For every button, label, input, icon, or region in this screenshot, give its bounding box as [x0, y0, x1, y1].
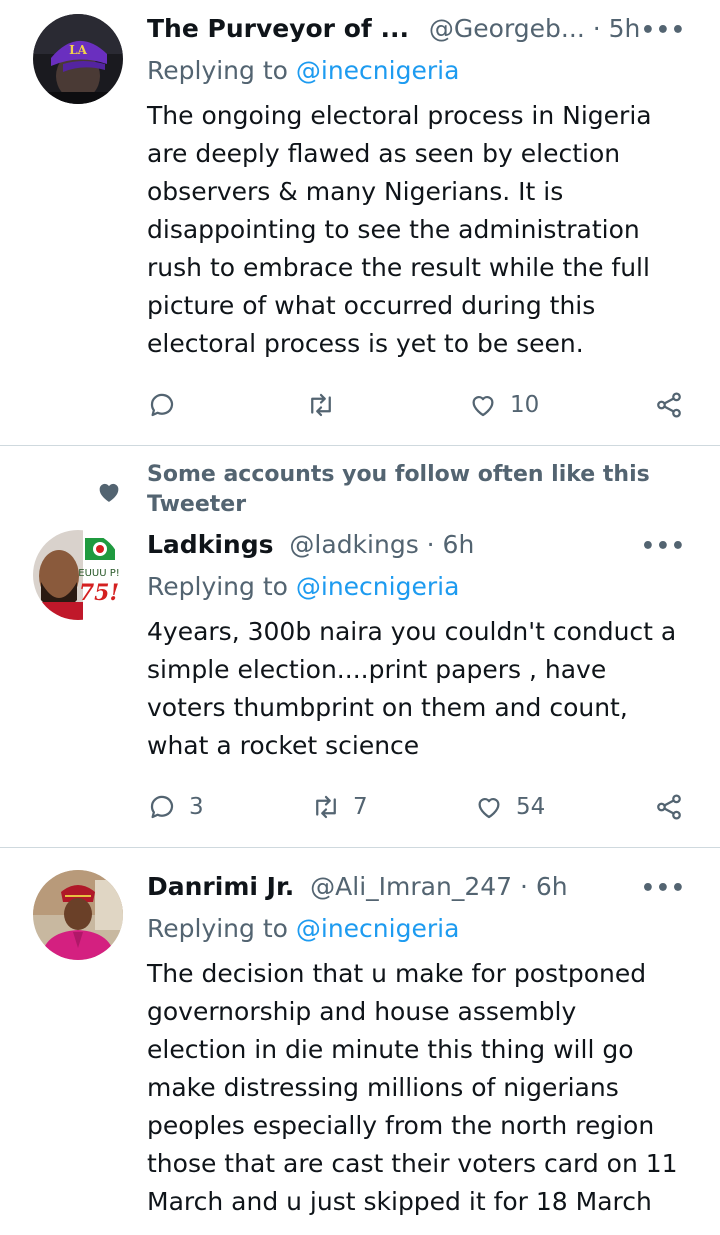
replying-to-mention[interactable]: @inecnigeria: [296, 914, 460, 943]
more-options-icon[interactable]: •••: [641, 876, 686, 901]
more-options-icon[interactable]: •••: [641, 534, 686, 559]
replying-to-prefix: Replying to: [147, 572, 296, 601]
tweet-text-line: observers & many Nigerians. It is: [147, 177, 564, 206]
display-name[interactable]: Danrimi Jr.: [147, 872, 294, 901]
tweet-text-line: governorship and house assembly: [147, 997, 577, 1026]
tweet-actions: 10: [0, 385, 720, 425]
more-options-icon[interactable]: •••: [641, 18, 686, 43]
avatar-label: EUUU P!: [78, 568, 120, 579]
retweet-icon: [311, 393, 331, 417]
tweet-text-line: election in die minute this thing will g…: [147, 1035, 634, 1064]
like-count: 10: [510, 392, 540, 418]
tweet-actions: 3 7 54: [0, 787, 720, 827]
share-button[interactable]: [654, 787, 684, 827]
display-name[interactable]: The Purveyor of ...: [147, 14, 409, 43]
tweet-header: Danrimi Jr. @Ali_Imran_247 · 6h: [147, 872, 720, 908]
tweet-3[interactable]: Danrimi Jr. @Ali_Imran_247 · 6h ••• Repl…: [0, 848, 720, 1235]
like-button[interactable]: 10: [468, 385, 539, 425]
tweet-text-line: peoples especially from the north region: [147, 1111, 655, 1140]
reply-count: 3: [189, 794, 204, 820]
tweet-text-line: voters thumbprint on them and count,: [147, 693, 628, 722]
tweet-text-line: make distressing millions of nigerians: [147, 1073, 619, 1102]
share-icon: [657, 794, 681, 820]
handle-and-time[interactable]: @ladkings · 6h: [289, 530, 474, 559]
replying-to-mention[interactable]: @inecnigeria: [296, 572, 460, 601]
like-count: 54: [516, 794, 546, 820]
replying-to-mention[interactable]: @inecnigeria: [296, 56, 460, 85]
avatar[interactable]: [33, 870, 123, 960]
retweet-button[interactable]: [306, 385, 348, 425]
like-button[interactable]: 54: [474, 787, 545, 827]
tweet-body: 4years, 300b naira you couldn't conduct …: [147, 613, 707, 765]
reply-icon: [150, 393, 174, 417]
svg-text:LA: LA: [69, 43, 87, 57]
avatar-image: [33, 870, 123, 960]
reply-icon: [150, 795, 174, 819]
tweet-text-line: electoral process is yet to be seen.: [147, 329, 584, 358]
tweet-2[interactable]: Some accounts you follow often like this…: [0, 446, 720, 847]
tweet-text-line: picture of what occurred during this: [147, 291, 596, 320]
replying-to: Replying to @inecnigeria: [147, 914, 459, 943]
tweet-text-line: simple election....print papers , have: [147, 655, 607, 684]
avatar[interactable]: LA: [33, 14, 123, 104]
handle-and-time[interactable]: @Georgeb... · 5h: [429, 14, 640, 43]
tweet-text-line: 4years, 300b naira you couldn't conduct …: [147, 617, 677, 646]
heart-icon: [478, 798, 500, 819]
tweet-text-line: what a rocket science: [147, 731, 420, 760]
tweet-text-line: The decision that u make for postponed: [147, 959, 647, 988]
tweet-text-line: disappointing to see the administration: [147, 215, 640, 244]
reply-button[interactable]: 3: [147, 787, 204, 827]
handle-and-time[interactable]: @Ali_Imran_247 · 6h: [310, 872, 567, 901]
display-name[interactable]: Ladkings: [147, 530, 273, 559]
social-context: Some accounts you follow often like this…: [147, 462, 650, 517]
replying-to: Replying to @inecnigeria: [147, 572, 459, 601]
replying-to-prefix: Replying to: [147, 914, 296, 943]
retweet-icon: [316, 795, 336, 819]
avatar-image: LA: [33, 14, 123, 104]
tweet-1[interactable]: LA The Purveyor of ... @Georgeb... · 5h …: [0, 0, 720, 445]
heart-icon: [472, 396, 494, 417]
replying-to-prefix: Replying to: [147, 56, 296, 85]
share-button[interactable]: [654, 385, 684, 425]
avatar-image: EUUU P! 75!: [33, 530, 123, 620]
tweet-text-line: those that are cast their voters card on…: [147, 1149, 678, 1178]
avatar-label: 75!: [79, 580, 119, 606]
avatar[interactable]: EUUU P! 75!: [33, 530, 123, 620]
tweet-text-line: are deeply flawed as seen by election: [147, 139, 621, 168]
tweet-header: The Purveyor of ... @Georgeb... · 5h: [147, 14, 720, 50]
retweet-button[interactable]: 7: [311, 787, 368, 827]
tweet-text-line: March and u just skipped it for 18 March: [147, 1187, 652, 1216]
replying-to: Replying to @inecnigeria: [147, 56, 459, 85]
tweet-header: Ladkings @ladkings · 6h: [147, 530, 720, 566]
tweet-body: The decision that u make for postponed g…: [147, 955, 707, 1221]
reply-button[interactable]: [147, 385, 189, 425]
tweet-body: The ongoing electoral process in Nigeria…: [147, 97, 707, 363]
share-icon: [657, 392, 681, 418]
retweet-count: 7: [353, 794, 368, 820]
tweet-text-line: rush to embrace the result while the ful…: [147, 253, 650, 282]
tweet-text-line: The ongoing electoral process in Nigeria: [147, 101, 652, 130]
heart-icon: [99, 483, 119, 502]
